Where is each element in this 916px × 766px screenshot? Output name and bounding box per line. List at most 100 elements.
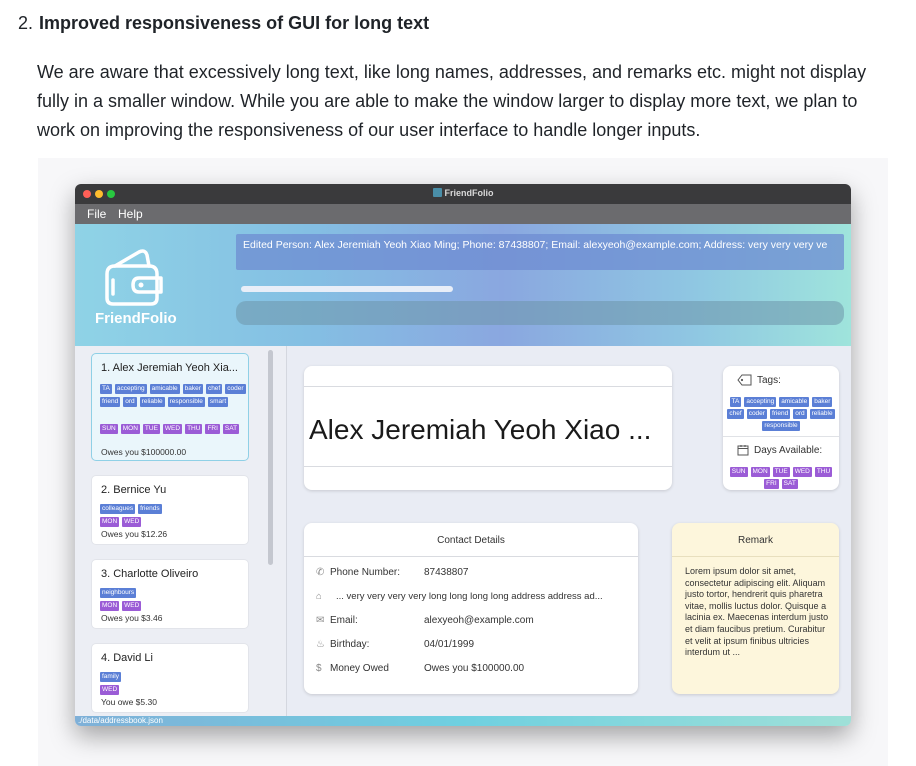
person-name: 1. Alex Jeremiah Yeoh Xia...: [101, 362, 238, 374]
tag: amicable: [779, 397, 810, 407]
tag: reliable: [809, 409, 835, 419]
tag: friend: [100, 397, 121, 407]
tag: baker: [812, 397, 833, 407]
cake-icon: ♨: [316, 639, 325, 650]
section-paragraph: We are aware that excessively long text,…: [37, 62, 867, 140]
email-row: ✉ Email: alexyeoh@example.com: [316, 615, 534, 626]
tag: chef: [727, 409, 744, 419]
detail-days: SUN MON TUE WED THU FRI SAT: [727, 467, 835, 489]
tags-card: Tags: TA accepting amicable baker chef c…: [723, 366, 839, 490]
contact-details-title: Contact Details: [437, 535, 505, 546]
result-scrollbar[interactable]: [241, 286, 453, 292]
menu-file[interactable]: File: [87, 207, 106, 221]
day-tag: TUE: [142, 424, 160, 434]
tags-label-text: Tags:: [757, 374, 781, 386]
phone-icon: ✆: [316, 567, 325, 578]
menu-bar: File Help: [75, 204, 851, 224]
tag: chef: [205, 384, 223, 394]
tag: family: [100, 672, 121, 682]
day-tag: WED: [122, 601, 142, 611]
wallet-logo-icon: [105, 249, 163, 306]
person-card[interactable]: 3. Charlotte Oliveiro neighbours MON WED…: [91, 559, 249, 629]
window-title: FriendFolio: [75, 188, 851, 198]
tag: smart: [207, 397, 229, 407]
day-tag: THU: [814, 467, 833, 477]
divider: [304, 556, 638, 557]
title-bar: FriendFolio: [75, 184, 851, 204]
phone-row: ✆ Phone Number: 87438807: [316, 567, 469, 578]
tag: friend: [769, 409, 791, 419]
person-name: 4. David Li: [101, 652, 153, 664]
money-owed: Owes you $12.26: [101, 529, 168, 539]
money-value: Owes you $100000.00: [424, 663, 525, 674]
tag: coder: [746, 409, 767, 419]
result-display: Edited Person: Alex Jeremiah Yeoh Xiao M…: [236, 234, 844, 270]
day-tag: FRI: [205, 424, 220, 434]
money-label: Money Owed: [330, 663, 389, 674]
person-days: MON WED: [100, 601, 246, 611]
status-file-path: ./data/addressbook.json: [78, 716, 163, 725]
person-card[interactable]: 1. Alex Jeremiah Yeoh Xia... TA acceptin…: [91, 353, 249, 461]
menu-help[interactable]: Help: [118, 207, 143, 221]
person-card[interactable]: 4. David Li family WED You owe $5.30: [91, 643, 249, 713]
birthday-row: ♨ Birthday: 04/01/1999: [316, 639, 474, 650]
birthday-value: 04/01/1999: [424, 639, 475, 650]
tag: responsible: [762, 421, 800, 431]
home-icon: ⌂: [316, 591, 322, 602]
day-tag: WED: [162, 424, 183, 434]
day-tag: WED: [122, 517, 142, 527]
section-number: 2.: [18, 13, 34, 33]
command-input[interactable]: [236, 301, 844, 325]
remark-text: Lorem ipsum dolor sit amet, consectetur …: [685, 566, 829, 658]
day-tag: SAT: [222, 424, 240, 434]
birthday-label: Birthday:: [330, 639, 370, 650]
person-card[interactable]: 2. Bernice Yu colleagues friends MON WED…: [91, 475, 249, 545]
app-window: FriendFolio File Help FriendFolio Edited…: [75, 184, 851, 726]
remark-title: Remark: [737, 535, 773, 546]
detail-tags: TA accepting amicable baker chef coder f…: [727, 397, 835, 431]
person-tags: colleagues friends: [100, 504, 246, 514]
email-label: Email:: [330, 615, 358, 626]
contact-details-card: Contact Details ✆ Phone Number: 87438807 ⌂…: [304, 523, 638, 694]
person-days: SUN MON TUE WED THU FRI SAT: [100, 424, 246, 434]
money-owed: Owes you $100000.00: [101, 447, 187, 457]
tag: amicable: [149, 384, 180, 394]
list-scrollbar[interactable]: [268, 350, 273, 565]
tag: ord: [123, 397, 137, 407]
day-tag: MON: [100, 517, 120, 527]
app-icon: [432, 188, 442, 197]
tag: responsible: [167, 397, 205, 407]
person-name: 3. Charlotte Oliveiro: [101, 568, 199, 580]
tag: baker: [182, 384, 203, 394]
result-text: Edited Person: Alex Jeremiah Yeoh Xiao M…: [243, 239, 828, 251]
day-tag: MON: [100, 601, 120, 611]
days-label-text: Days Available:: [754, 444, 823, 456]
tag: TA: [100, 384, 112, 394]
calendar-icon: [737, 445, 749, 456]
person-tags: neighbours: [100, 588, 246, 598]
divider: [304, 466, 672, 467]
day-tag: FRI: [764, 479, 779, 489]
day-tag: SUN: [100, 424, 118, 434]
person-tags: TA accepting amicable baker chef coder f…: [100, 384, 246, 407]
days-label: Days Available:: [737, 444, 822, 456]
header-banner: FriendFolio Edited Person: Alex Jeremiah…: [75, 224, 851, 346]
tag: colleagues: [100, 504, 136, 514]
money-owed: You owe $5.30: [101, 697, 157, 707]
day-tag: MON: [750, 467, 770, 477]
person-days: WED: [100, 685, 246, 695]
section-heading: 2. Improved responsiveness of GUI for lo…: [18, 13, 429, 34]
tag: accepting: [114, 384, 147, 394]
person-list: 1. Alex Jeremiah Yeoh Xia... TA acceptin…: [75, 346, 287, 716]
tag: friends: [138, 504, 162, 514]
day-tag: THU: [185, 424, 203, 434]
person-detail-panel: Alex Jeremiah Yeoh Xiao ... Tags: TA acc…: [288, 346, 851, 716]
day-tag: WED: [792, 467, 812, 477]
day-tag: SAT: [781, 479, 798, 489]
tag-icon: [737, 374, 752, 386]
email-value: alexyeoh@example.com: [424, 615, 534, 626]
address-value: ... very very very very long long long l…: [336, 591, 603, 602]
address-row: ⌂ ... very very very very long long long …: [316, 591, 603, 602]
day-tag: MON: [120, 424, 140, 434]
remark-card: Remark Lorem ipsum dolor sit amet, conse…: [672, 523, 839, 694]
